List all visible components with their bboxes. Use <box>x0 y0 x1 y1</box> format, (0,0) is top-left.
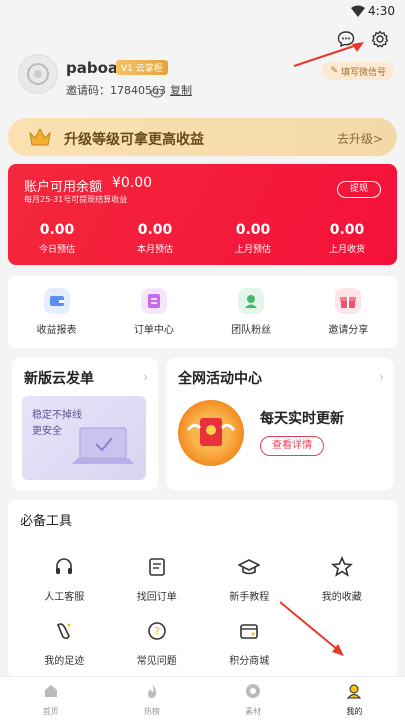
stat-last-month: 0.00 上月预估 <box>234 222 271 255</box>
username: paboa <box>66 59 119 77</box>
chevron-right-icon: › <box>379 370 384 384</box>
chevron-right-icon: › <box>143 370 148 384</box>
quick-item-team[interactable]: 团队粉丝 <box>211 288 291 336</box>
withdraw-button[interactable]: 提现 <box>337 181 381 198</box>
order-icon <box>140 288 167 314</box>
points-store-icon <box>240 624 259 639</box>
avatar[interactable] <box>18 54 58 94</box>
cloud-promo-image: 稳定不掉线 更安全 <box>22 396 146 480</box>
upgrade-text: 升级等级可拿更高收益 <box>64 132 204 148</box>
tool-footprints[interactable]: 我的足迹 <box>29 620 99 667</box>
view-details-button[interactable]: 查看详情 <box>260 436 324 456</box>
eye-icon[interactable] <box>150 83 164 102</box>
fire-icon <box>147 684 157 698</box>
balance-note: 每月25-31号可提现结算收益 <box>24 195 128 204</box>
annotation-arrow-bottom <box>279 601 344 656</box>
question-icon: ? <box>147 622 166 640</box>
gift-icon <box>335 288 362 314</box>
tool-points-store[interactable]: 积分商城 <box>214 620 284 667</box>
wechat-icon: ✎ <box>330 66 338 76</box>
fill-wechat-button[interactable]: ✎ 填写微信号 <box>322 62 394 80</box>
quick-item-earnings[interactable]: 收益报表 <box>17 288 97 336</box>
wifi-icon <box>351 5 365 17</box>
activity-text: 每天实时更新 <box>260 411 344 427</box>
laptop-icon <box>72 427 134 464</box>
red-envelope-icon <box>178 400 244 466</box>
wechat-button-label: 填写微信号 <box>340 67 386 78</box>
profile-section: paboa V1 云掌柜 邀请码：17840563 复制 ✎ 填写微信号 <box>18 54 398 104</box>
svg-text:?: ? <box>154 625 160 638</box>
balance-card: 账户可用余额 ¥0.00 每月25-31号可提现结算收益 提现 0.00 今日预估… <box>8 164 397 265</box>
user-avatar-icon <box>27 63 49 85</box>
tool-find-order[interactable]: 找回订单 <box>122 556 192 603</box>
quick-actions-panel: 收益报表 订单中心 团队粉丝 邀请分享 <box>8 276 397 348</box>
balance-label: 账户可用余额 <box>24 180 103 195</box>
tool-customer-service[interactable]: 人工客服 <box>29 556 99 603</box>
profile-icon <box>347 684 362 699</box>
graduation-cap-icon <box>237 559 262 575</box>
find-order-icon <box>148 558 165 576</box>
tools-row-1: 人工客服 找回订单 新手教程 我的收藏 <box>18 555 388 603</box>
quick-item-orders[interactable]: 订单中心 <box>114 288 194 336</box>
vip-badge: V1 云掌柜 <box>116 60 168 75</box>
tool-tutorial[interactable]: 新手教程 <box>214 556 284 603</box>
nav-home[interactable]: 首页 <box>16 677 86 720</box>
headset-icon <box>56 558 73 574</box>
material-icon <box>246 684 261 698</box>
wallet-icon <box>43 288 70 314</box>
quick-item-invite[interactable]: 邀请分享 <box>308 288 388 336</box>
activity-center-card[interactable]: 全网活动中心 › 每天实时更新 查看详情 <box>166 358 394 490</box>
status-bar: 4:30 <box>0 0 405 24</box>
balance-amount: ¥0.00 <box>112 175 153 191</box>
tool-faq[interactable]: ? 常见问题 <box>122 620 192 667</box>
upgrade-link[interactable]: 去升级> <box>337 130 383 147</box>
bottom-navigation: 首页 热榜 素材 我的 <box>0 676 405 720</box>
stat-this-month: 0.00 本月预估 <box>136 222 173 255</box>
stat-last-month-received: 0.00 上月收货 <box>328 222 365 255</box>
footprint-icon <box>57 623 71 640</box>
cloud-title: 新版云发单 <box>24 371 94 387</box>
nav-material[interactable]: 素材 <box>218 677 288 720</box>
stat-today: 0.00 今日预估 <box>38 222 75 255</box>
nav-hot[interactable]: 热榜 <box>117 677 187 720</box>
status-time: 4:30 <box>368 4 395 18</box>
cloud-order-card[interactable]: 新版云发单 › 稳定不掉线 更安全 <box>12 358 158 490</box>
settings-gear-icon[interactable] <box>369 28 391 50</box>
star-icon <box>330 555 353 577</box>
upgrade-banner[interactable]: 升级等级可拿更高收益 去升级> <box>8 118 397 156</box>
team-icon <box>238 288 265 314</box>
home-icon <box>44 685 57 697</box>
nav-mine[interactable]: 我的 <box>319 677 389 720</box>
activity-title: 全网活动中心 <box>178 371 262 387</box>
crown-icon <box>29 127 51 146</box>
copy-link[interactable]: 复制 <box>170 82 192 98</box>
tools-title: 必备工具 <box>20 514 73 529</box>
tool-favorites[interactable]: 我的收藏 <box>307 555 377 603</box>
